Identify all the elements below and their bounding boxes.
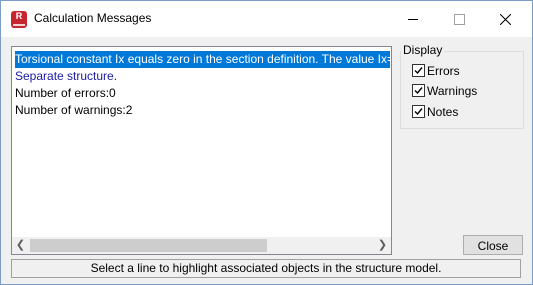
- minimize-icon: [408, 19, 418, 20]
- horizontal-scrollbar[interactable]: ❮ ❯: [12, 237, 391, 254]
- scroll-right-arrow-icon[interactable]: ❯: [374, 237, 391, 254]
- minimize-button[interactable]: [391, 1, 436, 37]
- scroll-left-arrow-icon[interactable]: ❮: [12, 237, 29, 254]
- checkmark-icon: [414, 108, 423, 116]
- warnings-label: Warnings: [427, 84, 478, 98]
- calculation-messages-window: R Calculation Messages Torsional constan…: [0, 0, 533, 285]
- checkmark-icon: [414, 67, 423, 75]
- errors-checkbox[interactable]: [412, 64, 425, 77]
- maximize-icon: [454, 14, 465, 25]
- message-item[interactable]: Separate structure.: [15, 68, 117, 85]
- close-button[interactable]: Close: [463, 235, 523, 255]
- close-icon: [499, 13, 512, 26]
- app-icon: R: [11, 11, 27, 28]
- notes-label: Notes: [427, 105, 459, 119]
- display-group-label: Display: [401, 43, 445, 57]
- message-item[interactable]: Number of warnings:2: [15, 102, 132, 119]
- maximize-button[interactable]: [437, 1, 482, 37]
- window-title: Calculation Messages: [34, 11, 152, 25]
- errors-label: Errors: [427, 64, 460, 78]
- messages-list[interactable]: Torsional constant Ix equals zero in the…: [11, 46, 392, 255]
- message-item[interactable]: Number of errors:0: [15, 85, 116, 102]
- checkmark-icon: [414, 87, 423, 95]
- title-bar[interactable]: R Calculation Messages: [1, 1, 532, 37]
- status-bar: Select a line to highlight associated ob…: [11, 259, 521, 278]
- scrollbar-thumb[interactable]: [30, 239, 267, 252]
- warnings-checkbox[interactable]: [412, 84, 425, 97]
- close-window-button[interactable]: [483, 1, 528, 37]
- message-item-selected[interactable]: Torsional constant Ix equals zero in the…: [15, 51, 390, 68]
- notes-checkbox[interactable]: [412, 105, 425, 118]
